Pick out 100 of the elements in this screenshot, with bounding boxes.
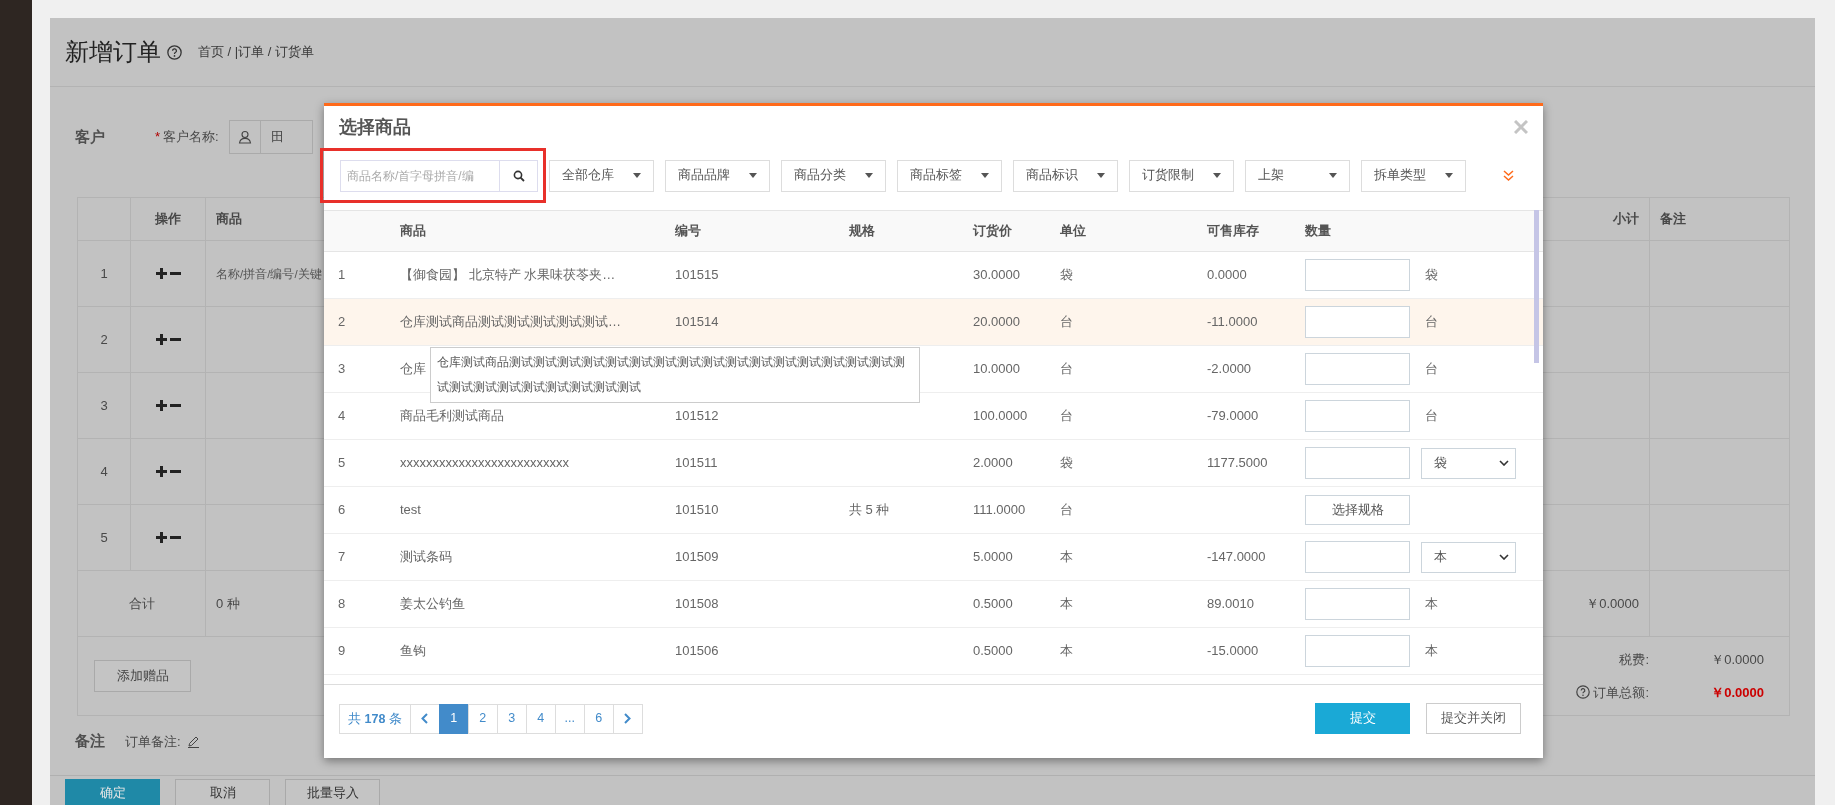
double-chevron-icon[interactable] [1503,170,1514,181]
quantity-field[interactable] [1305,353,1410,385]
stock-value: -11.0000 [1206,313,1258,332]
row-number: 3 [337,360,346,379]
product-name: 仓库测试商品测试测试测试测试测试… [399,313,621,332]
chevron-down-icon [1499,554,1509,560]
search-field[interactable]: 商品名称/首字母拼音/编 [340,159,500,192]
caret-icon [1445,173,1453,178]
product-code: 101510 [674,501,719,520]
plus-icon[interactable] [155,268,167,279]
table-row[interactable]: 8 姜太公钓鱼 101508 0.5000 本 89.0010 本 [324,581,1543,628]
row-number: 5 [77,504,131,571]
submit-close-button[interactable]: 提交并关闭 [1426,703,1521,734]
unit-select[interactable]: 袋 [1421,447,1516,479]
plus-icon[interactable] [155,400,167,411]
page-button[interactable]: 6 [583,703,614,734]
product-code: 101515 [674,266,719,285]
table-row[interactable]: 5 xxxxxxxxxxxxxxxxxxxxxxxxxx 101511 2.0000 袋 1177.5000 袋 [324,440,1543,487]
scrollbar-thumb[interactable] [1534,210,1539,363]
column-header: 操作 [130,197,206,241]
product-search-hint[interactable]: 名称/拼音/编号/关键 [216,267,322,280]
unit-text: 本 [1059,595,1073,614]
stock-value: 1177.5000 [1206,454,1268,473]
next-page-button[interactable] [612,703,643,734]
unit-text: 本 [1059,548,1073,567]
unit-text: 台 [1425,361,1438,377]
order-price: 0.5000 [972,642,1013,661]
product-name: 商品毛利测试商品 [399,407,504,426]
close-icon [1514,120,1528,134]
quantity-field[interactable] [1305,541,1410,573]
stock-value: -2.0000 [1206,360,1252,379]
unit-text: 袋 [1425,267,1438,283]
total-count: 0 种 [216,595,240,611]
table-row[interactable]: 7 测试条码 101509 5.0000 本 -147.0000 本 [324,534,1543,581]
tax-value: ￥0.0000 [1710,651,1764,669]
field-label: 客户名称: [163,128,219,147]
filter-dropdown[interactable]: 商品标签 [897,159,1002,192]
plus-icon[interactable] [155,334,167,345]
plus-icon[interactable] [155,532,167,543]
unit-text: 本 [1425,596,1438,612]
column-header: 订货价 [972,222,1012,241]
help-icon[interactable] [1576,685,1591,700]
page-button[interactable]: 3 [496,703,527,734]
filter-dropdown[interactable]: 商品分类 [781,159,886,192]
column-header: 数量 [1304,222,1331,241]
product-code: 101509 [674,548,719,567]
row-number: 4 [337,407,346,426]
unit-text: 台 [1059,313,1073,332]
caret-icon [633,173,641,178]
help-icon[interactable] [167,44,182,60]
filter-dropdown[interactable]: 拆单类型 [1361,159,1466,192]
add-gift-button[interactable]: 添加赠品 [94,660,191,692]
stock-value: 89.0010 [1206,595,1254,614]
page-button[interactable]: 1 [438,703,469,734]
product-code: 101506 [674,642,719,661]
previous-page-button[interactable] [409,703,440,734]
table-row[interactable]: 6 test 101510 共 5 种 111.0000 台 选择规格 [324,487,1543,534]
filter-dropdown[interactable]: 商品标识 [1013,159,1118,192]
customer-field[interactable]: 田 [260,120,313,154]
order-price: 5.0000 [972,548,1013,567]
product-name: 测试条码 [399,548,452,567]
page-button[interactable]: 4 [525,703,556,734]
page-button[interactable]: 2 [467,703,498,734]
search-button[interactable] [500,159,538,192]
quantity-field[interactable] [1305,635,1410,667]
filter-dropdown[interactable]: 上架 [1245,159,1350,192]
action-button[interactable]: 取消 [175,779,270,805]
column-header: 商品 [399,222,426,241]
stock-value: -147.0000 [1206,548,1266,567]
person-icon [237,130,252,144]
unit-select[interactable]: 本 [1421,541,1516,573]
total-label: 合计 [77,570,206,637]
action-button[interactable]: 批量导入 [285,779,380,805]
order-price: 0.5000 [972,595,1013,614]
table-row[interactable]: 9 鱼钩 101506 0.5000 本 -15.0000 本 [324,628,1543,675]
row-number: 7 [337,548,346,567]
quantity-field[interactable] [1305,306,1410,338]
filter-dropdown[interactable]: 商品品牌 [665,159,770,192]
quantity-field[interactable] [1305,259,1410,291]
quantity-field[interactable] [1305,447,1410,479]
select-spec-button[interactable]: 选择规格 [1305,495,1410,525]
quantity-field[interactable] [1305,588,1410,620]
breadcrumb: 首页 / |订单 / 订货单 [198,43,315,62]
section-title: 客户 [75,126,106,147]
product-code: 101511 [674,454,718,473]
page-button[interactable]: ... [554,703,585,734]
product-name: 仓库 [399,360,426,379]
table-row[interactable]: 2 仓库测试商品测试测试测试测试测试… 101514 20.0000 台 -11.0000 台 [324,299,1543,346]
column-header: 单位 [1059,222,1086,241]
row-number: 8 [337,595,346,614]
pencil-icon[interactable] [187,734,201,748]
row-number: 3 [77,372,131,439]
plus-icon[interactable] [155,466,167,477]
row-number: 4 [77,438,131,505]
filter-dropdown[interactable]: 全部仓库 [549,159,654,192]
filter-dropdown[interactable]: 订货限制 [1129,159,1234,192]
quantity-field[interactable] [1305,400,1410,432]
product-name: 【御食园】 北京特产 水果味茯苓夹… [399,266,616,285]
unit-text: 袋 [1059,454,1073,473]
row-number: 1 [77,240,131,307]
